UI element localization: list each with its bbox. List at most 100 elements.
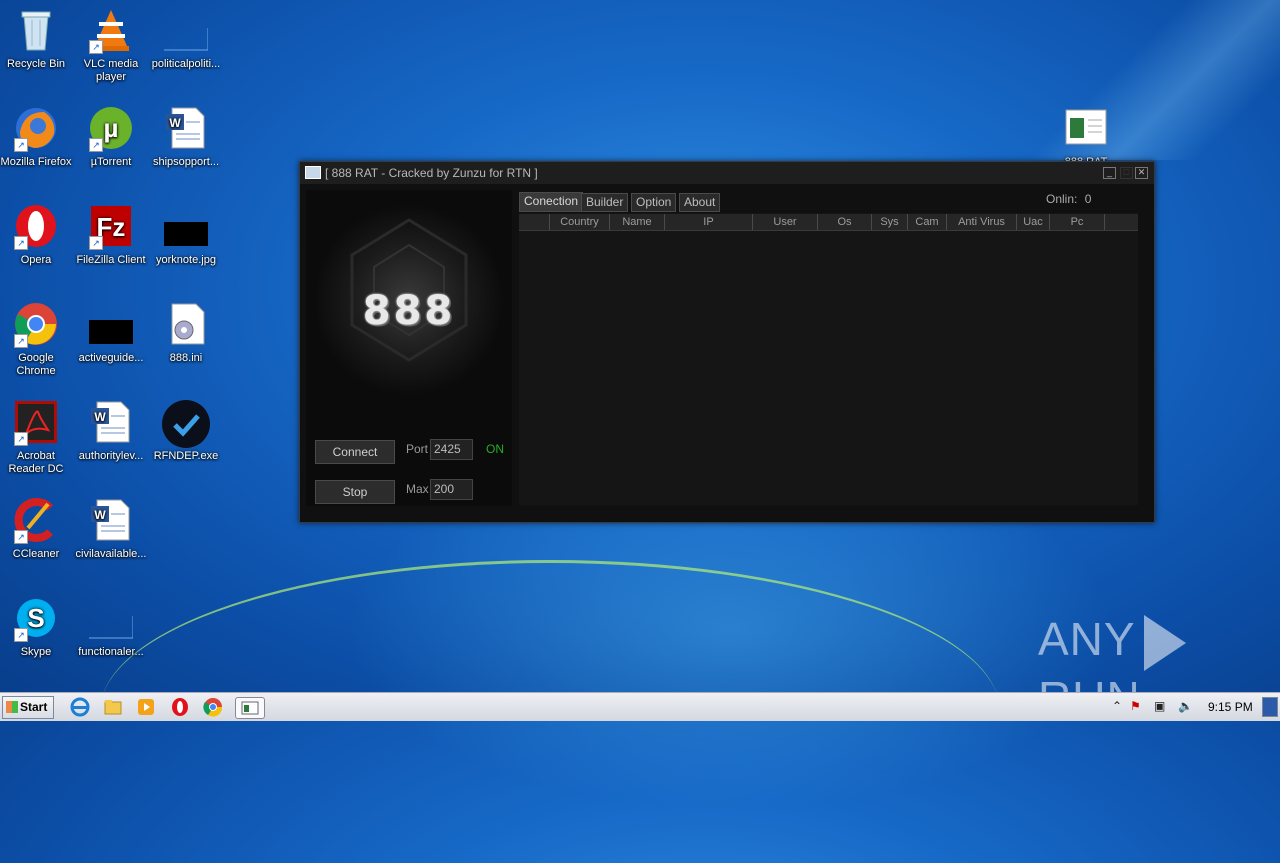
tab-about[interactable]: About	[679, 193, 721, 212]
desktop-icon-label: Opera	[20, 254, 52, 266]
app-window-icon	[1064, 106, 1108, 150]
desktop-icon-ccleaner[interactable]: ↗ CCleaner	[0, 498, 74, 561]
desktop-icon-recycle-bin[interactable]: Recycle Bin	[0, 8, 74, 71]
desktop-icon-opera[interactable]: ↗ Opera	[0, 204, 74, 267]
desktop-icon-label: Google Chrome	[16, 352, 56, 377]
tab-builder[interactable]: Builder	[581, 193, 629, 212]
desktop-icon-888-rat[interactable]: 888 RAT	[1048, 106, 1124, 169]
opera-icon[interactable]	[170, 697, 190, 717]
desktop-icon-label: FileZilla Client	[76, 254, 146, 266]
skype-icon: S ↗	[14, 596, 58, 642]
network-icon[interactable]: ▣	[1154, 699, 1165, 713]
tab-conection[interactable]: Conection	[519, 192, 584, 212]
online-count: Onlin: 0	[1046, 192, 1091, 206]
maximize-button[interactable]: □	[1120, 167, 1133, 179]
clock[interactable]: 9:15 PM	[1208, 700, 1253, 714]
desktop-icon-label: Acrobat Reader DC	[8, 450, 64, 475]
max-label: Max	[406, 482, 429, 496]
desktop-icon-acrobat[interactable]: ↗ Acrobat Reader DC	[0, 400, 74, 476]
app-window-icon[interactable]	[235, 697, 265, 719]
start-button[interactable]: Start	[2, 696, 54, 719]
column-header-user[interactable]: User	[753, 214, 818, 230]
title-bar[interactable]: [ 888 RAT - Cracked by Zunzu for RTN ] _…	[300, 162, 1154, 184]
watermark-text-left: ANY	[1038, 613, 1136, 665]
table-header: Country Name IP User Os Sys Cam Anti Vir…	[519, 214, 1138, 231]
svg-text:W: W	[94, 410, 106, 424]
rat-window[interactable]: [ 888 RAT - Cracked by Zunzu for RTN ] _…	[299, 161, 1155, 523]
desktop-icon-rfndep[interactable]: RFNDEP.exe	[148, 400, 224, 463]
minimize-button[interactable]: _	[1103, 167, 1116, 179]
desktop-icon-label: µTorrent	[90, 156, 132, 168]
action-center-icon[interactable]: ⚑	[1130, 699, 1141, 713]
ie-icon[interactable]	[70, 697, 90, 717]
tab-option[interactable]: Option	[631, 193, 677, 212]
shortcut-arrow-icon: ↗	[89, 236, 103, 250]
ccleaner-icon: ↗	[14, 498, 58, 544]
desktop-icon-vlc[interactable]: ↗ VLC media player	[73, 8, 149, 84]
desktop-icon-label: VLC media player	[83, 58, 139, 83]
desktop-icon-filezilla[interactable]: Fz ↗ FileZilla Client	[73, 204, 149, 267]
desktop-icon-firefox[interactable]: ↗ Mozilla Firefox	[0, 106, 74, 169]
max-input[interactable]: 200	[430, 479, 473, 500]
desktop-icon-politicalpoliti[interactable]: politicalpoliti...	[148, 8, 224, 71]
utorrent-icon: µ ↗	[89, 106, 133, 152]
desktop-icon-shipsopport[interactable]: W shipsopport...	[148, 106, 224, 169]
chrome-icon[interactable]	[203, 697, 223, 717]
file-icon	[89, 596, 134, 640]
desktop-icon-functionaler[interactable]: functionaler...	[73, 596, 149, 659]
shortcut-arrow-icon: ↗	[14, 334, 28, 348]
shortcut-arrow-icon: ↗	[89, 40, 103, 54]
recycle-bin-icon	[14, 8, 58, 52]
play-icon	[1143, 614, 1186, 671]
word-doc-icon: W	[164, 106, 208, 150]
word-doc-icon: W	[89, 400, 133, 444]
show-desktop-button[interactable]	[1262, 697, 1278, 717]
volume-icon[interactable]: 🔈	[1178, 699, 1193, 713]
column-header-anti-virus[interactable]: Anti Virus	[947, 214, 1017, 230]
opera-icon: ↗	[14, 204, 58, 250]
column-header-sys[interactable]: Sys	[872, 214, 908, 230]
desktop-icon-yorknote[interactable]: yorknote.jpg	[148, 204, 224, 267]
explorer-icon[interactable]	[103, 697, 123, 717]
desktop-icon-888-ini[interactable]: 888.ini	[148, 302, 224, 365]
word-doc-icon: W	[89, 498, 133, 542]
close-button[interactable]: ✕	[1135, 167, 1148, 179]
desktop-icon-activeguide[interactable]: activeguide...	[73, 302, 149, 365]
start-label: Start	[20, 700, 48, 714]
status-text: ON	[486, 442, 504, 456]
desktop-icon-civilavailable[interactable]: W civilavailable...	[73, 498, 149, 561]
desktop-icon-label: functionaler...	[78, 646, 144, 658]
desktop-icon-label: RFNDEP.exe	[153, 450, 219, 462]
svg-text:W: W	[169, 116, 181, 130]
stop-button[interactable]: Stop	[315, 480, 395, 504]
desktop-icon-skype[interactable]: S ↗ Skype	[0, 596, 74, 659]
desktop-icon-label: civilavailable...	[75, 548, 147, 560]
svg-text:µ: µ	[104, 113, 119, 143]
desktop-icon-label: activeguide...	[78, 352, 144, 364]
column-header-country[interactable]: Country	[550, 214, 610, 230]
desktop-icon-utorrent[interactable]: µ ↗ µTorrent	[73, 106, 149, 169]
column-header-os[interactable]: Os	[818, 214, 872, 230]
shortcut-arrow-icon: ↗	[14, 432, 28, 446]
column-header-uac[interactable]: Uac	[1017, 214, 1050, 230]
connections-table[interactable]: Country Name IP User Os Sys Cam Anti Vir…	[519, 213, 1138, 505]
media-player-icon[interactable]	[136, 697, 156, 717]
column-header-pc[interactable]: Pc	[1050, 214, 1105, 230]
shortcut-arrow-icon: ↗	[14, 236, 28, 250]
column-header-blank[interactable]	[519, 214, 550, 230]
desktop-icon-label: shipsopport...	[152, 156, 220, 168]
port-input[interactable]: 2425	[430, 439, 473, 460]
show-hidden-icons-icon[interactable]: ⌃	[1112, 699, 1122, 713]
desktop-icon-label: 888.ini	[169, 352, 203, 364]
shortcut-arrow-icon: ↗	[14, 628, 28, 642]
desktop-icon-chrome[interactable]: ↗ Google Chrome	[0, 302, 74, 378]
desktop-icon-authoritylev[interactable]: W authoritylev...	[73, 400, 149, 463]
logo-text: 888	[362, 288, 456, 334]
app-window-icon	[305, 166, 321, 179]
ini-file-icon	[164, 302, 208, 346]
connect-button[interactable]: Connect	[315, 440, 395, 464]
column-header-name[interactable]: Name	[610, 214, 665, 230]
column-header-cam[interactable]: Cam	[908, 214, 947, 230]
chrome-icon: ↗	[14, 302, 58, 348]
column-header-ip[interactable]: IP	[665, 214, 753, 230]
